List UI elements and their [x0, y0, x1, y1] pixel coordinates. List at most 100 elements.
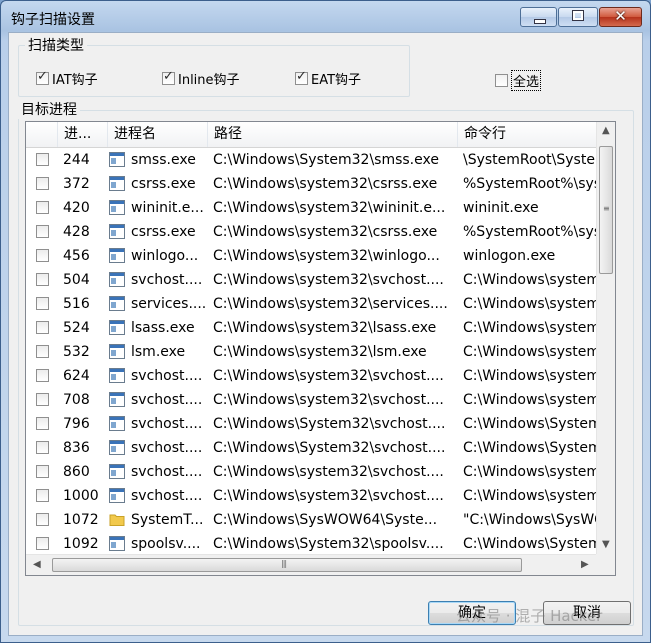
row-checkbox[interactable] — [36, 249, 49, 262]
cell-command-line: C:\Windows\system32\svchost.exe — [463, 368, 596, 384]
iat-hook-checkbox[interactable]: IAT钩子 — [36, 69, 98, 88]
header-pid[interactable]: 进... — [58, 122, 108, 147]
close-button[interactable]: ✕ — [599, 7, 642, 27]
scroll-right-icon[interactable]: ▶ — [581, 559, 589, 570]
grip-icon: ||| — [281, 559, 287, 568]
table-row[interactable]: 244 smss.exe C:\Windows\System32\smss.exe \… — [26, 148, 596, 172]
cell-command-line: C:\Windows\system32\lsass.exe — [463, 320, 596, 336]
horizontal-scrollbar[interactable]: ◀ ||| ▶ — [26, 554, 596, 575]
row-checkbox[interactable] — [36, 393, 49, 406]
row-checkbox[interactable] — [36, 345, 49, 358]
row-checkbox[interactable] — [36, 369, 49, 382]
exe-icon — [109, 536, 125, 551]
table-row[interactable]: 420 wininit.e... C:\Windows\system32\winin… — [26, 196, 596, 220]
row-checkbox[interactable] — [36, 489, 49, 502]
row-checkbox[interactable] — [36, 297, 49, 310]
cell-pid: 428 — [63, 224, 90, 240]
row-checkbox[interactable] — [36, 537, 49, 550]
cell-pid: 1000 — [63, 488, 99, 504]
table-row[interactable]: 532 lsm.exe C:\Windows\system32\lsm.exe C:\… — [26, 340, 596, 364]
table-row[interactable]: 624 svchost.... C:\Windows\system32\svchos… — [26, 364, 596, 388]
horizontal-scroll-thumb[interactable]: ||| — [52, 558, 522, 572]
table-row[interactable]: 708 svchost.... C:\Windows\system32\svchos… — [26, 388, 596, 412]
eat-hook-checkbox[interactable]: EAT钩子 — [295, 69, 361, 88]
inline-hook-checkbox[interactable]: Inline钩子 — [162, 69, 240, 88]
checkbox-box[interactable] — [495, 74, 508, 87]
checkbox-label: IAT钩子 — [52, 73, 98, 88]
exe-icon — [109, 320, 125, 335]
cell-path: C:\Windows\system32\svchost.... — [213, 272, 444, 288]
cell-command-line: C:\Windows\system32\svchost.exe — [463, 464, 596, 480]
cell-command-line: C:\Windows\system32\svchost.exe — [463, 272, 596, 288]
row-checkbox[interactable] — [36, 273, 49, 286]
row-checkbox[interactable] — [36, 441, 49, 454]
row-checkbox[interactable] — [36, 417, 49, 430]
header-check-column[interactable] — [26, 122, 58, 147]
cell-path: C:\Windows\system32\svchost.... — [213, 464, 444, 480]
cell-process-name: svchost.... — [131, 464, 203, 480]
cell-pid: 456 — [63, 248, 90, 264]
vertical-scrollbar[interactable]: ▲ ≡ ▼ — [596, 122, 615, 554]
minimize-button[interactable] — [520, 7, 557, 27]
table-row[interactable]: 1000 svchost.... C:\Windows\system32\svcho… — [26, 484, 596, 508]
table-row[interactable]: 1092 spoolsv.... C:\Windows\System32\spool… — [26, 532, 596, 556]
row-checkbox[interactable] — [36, 225, 49, 238]
table-row[interactable]: 456 winlogo... C:\Windows\system32\winlogo… — [26, 244, 596, 268]
checkbox-box[interactable] — [295, 69, 308, 85]
exe-icon — [109, 200, 125, 215]
table-row[interactable]: 504 svchost.... C:\Windows\system32\svchos… — [26, 268, 596, 292]
row-checkbox[interactable] — [36, 465, 49, 478]
table-row[interactable]: 428 csrss.exe C:\Windows\system32\csrss.ex… — [26, 220, 596, 244]
cell-command-line: C:\Windows\System32\svchost.exe — [463, 440, 596, 456]
cell-process-name: svchost.... — [131, 272, 203, 288]
cell-path: C:\Windows\system32\lsass.exe — [213, 320, 437, 336]
header-process-name[interactable]: 进程名 — [108, 122, 208, 147]
cell-path: C:\Windows\System32\svchost.... — [213, 416, 446, 432]
row-checkbox[interactable] — [36, 321, 49, 334]
row-checkbox[interactable] — [36, 177, 49, 190]
cell-process-name: csrss.exe — [131, 224, 196, 240]
select-all-checkbox[interactable]: 全选 — [495, 70, 542, 91]
row-checkbox[interactable] — [36, 153, 49, 166]
cell-path: C:\Windows\system32\svchost.... — [213, 368, 444, 384]
cell-process-name: smss.exe — [131, 152, 196, 168]
cell-path: C:\Windows\system32\lsm.exe — [213, 344, 427, 360]
cell-process-name: lsass.exe — [131, 320, 195, 336]
cell-command-line: C:\Windows\system32\services.exe — [463, 296, 596, 312]
cell-pid: 708 — [63, 392, 90, 408]
select-all-label: 全选 — [511, 70, 542, 91]
cell-process-name: wininit.e... — [131, 200, 204, 216]
window-title: 钩子扫描设置 — [11, 12, 95, 28]
row-checkbox[interactable] — [36, 201, 49, 214]
row-checkbox[interactable] — [36, 513, 49, 526]
scroll-up-icon[interactable]: ▲ — [602, 125, 610, 136]
process-list[interactable]: 进... 进程名 路径 命令行 244 smss.exe C:\Windows\Sy… — [25, 121, 616, 576]
maximize-icon — [572, 10, 584, 21]
table-row[interactable]: 372 csrss.exe C:\Windows\system32\csrss.ex… — [26, 172, 596, 196]
cell-path: C:\Windows\SysWOW64\Syste... — [213, 512, 438, 528]
scroll-down-icon[interactable]: ▼ — [602, 539, 610, 550]
table-row[interactable]: 516 services.... C:\Windows\system32\servi… — [26, 292, 596, 316]
cell-pid: 420 — [63, 200, 90, 216]
table-row[interactable]: 1072 SystemT... C:\Windows\SysWOW64\Syste.… — [26, 508, 596, 532]
maximize-button[interactable] — [558, 7, 598, 27]
header-path[interactable]: 路径 — [208, 122, 458, 147]
cell-pid: 524 — [63, 320, 90, 336]
table-row[interactable]: 524 lsass.exe C:\Windows\system32\lsass.ex… — [26, 316, 596, 340]
cell-command-line: wininit.exe — [463, 200, 539, 216]
header-command-line[interactable]: 命令行 — [458, 122, 596, 147]
cell-process-name: spoolsv.... — [131, 536, 201, 552]
cell-path: C:\Windows\system32\wininit.e... — [213, 200, 446, 216]
table-row[interactable]: 860 svchost.... C:\Windows\system32\svchos… — [26, 460, 596, 484]
checkbox-box[interactable] — [36, 69, 49, 85]
scroll-left-icon[interactable]: ◀ — [33, 559, 41, 570]
cell-path: C:\Windows\system32\svchost.... — [213, 392, 444, 408]
cell-path: C:\Windows\System32\spoolsv.... — [213, 536, 444, 552]
vertical-scroll-thumb[interactable]: ≡ — [599, 146, 613, 274]
table-row[interactable]: 796 svchost.... C:\Windows\System32\svchos… — [26, 412, 596, 436]
table-row[interactable]: 836 svchost.... C:\Windows\System32\svchos… — [26, 436, 596, 460]
checkbox-box[interactable] — [162, 69, 175, 85]
folder-icon — [109, 512, 125, 527]
cell-path: C:\Windows\system32\winlogo... — [213, 248, 440, 264]
close-icon: ✕ — [614, 7, 627, 25]
